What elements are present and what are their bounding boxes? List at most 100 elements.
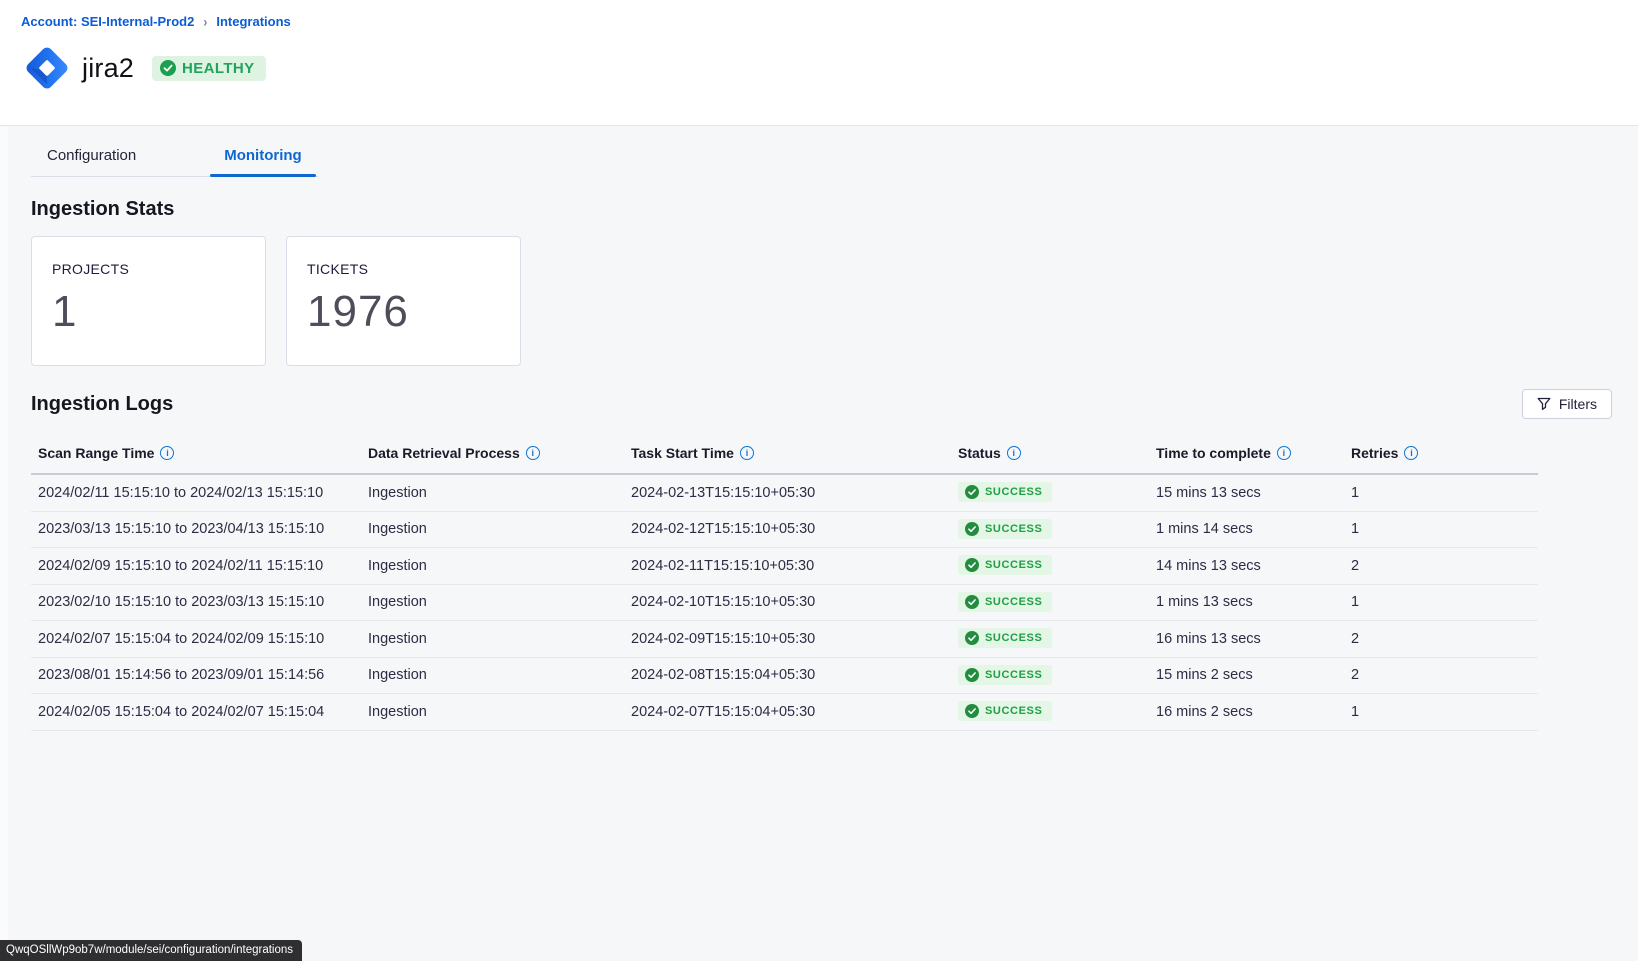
stat-card-projects: PROJECTS 1 xyxy=(31,236,266,366)
info-icon[interactable]: i xyxy=(160,446,174,460)
status-badge: SUCCESS xyxy=(958,519,1052,539)
cell-time-to-complete: 14 mins 13 secs xyxy=(1156,558,1351,574)
column-header-label: Data Retrieval Process xyxy=(368,445,520,461)
cell-scan-range-time: 2023/02/10 15:15:10 to 2023/03/13 15:15:… xyxy=(38,594,368,610)
info-icon[interactable]: i xyxy=(1404,446,1418,460)
column-header-label: Task Start Time xyxy=(631,445,734,461)
cell-status: SUCCESS xyxy=(958,519,1156,540)
filter-funnel-icon xyxy=(1537,397,1551,411)
cell-data-retrieval-process: Ingestion xyxy=(368,521,631,537)
column-header-task-start-time: Task Start Time i xyxy=(631,445,958,461)
cell-retries: 2 xyxy=(1351,631,1538,647)
column-header-label: Retries xyxy=(1351,445,1398,461)
stat-label: PROJECTS xyxy=(52,261,265,277)
check-circle-icon xyxy=(965,668,979,682)
info-icon[interactable]: i xyxy=(1007,446,1021,460)
breadcrumb-account-link[interactable]: Account: SEI-Internal-Prod2 xyxy=(21,14,194,29)
breadcrumb: Account: SEI-Internal-Prod2 › Integratio… xyxy=(21,14,1638,29)
cell-data-retrieval-process: Ingestion xyxy=(368,704,631,720)
column-header-retries: Retries i xyxy=(1351,445,1538,461)
cell-task-start-time: 2024-02-10T15:15:10+05:30 xyxy=(631,594,958,610)
cell-time-to-complete: 16 mins 13 secs xyxy=(1156,631,1351,647)
status-badge-label: SUCCESS xyxy=(985,669,1042,681)
cell-retries: 1 xyxy=(1351,594,1538,610)
ingestion-stats-heading: Ingestion Stats xyxy=(31,198,1538,221)
cell-scan-range-time: 2024/02/09 15:15:10 to 2024/02/11 15:15:… xyxy=(38,558,368,574)
stat-cards: PROJECTS 1 TICKETS 1976 xyxy=(31,236,1538,366)
check-circle-icon xyxy=(965,522,979,536)
cell-time-to-complete: 15 mins 2 secs xyxy=(1156,667,1351,683)
cell-status: SUCCESS xyxy=(958,665,1156,686)
status-badge-label: SUCCESS xyxy=(985,632,1042,644)
logs-table-body: 2024/02/11 15:15:10 to 2024/02/13 15:15:… xyxy=(31,475,1538,731)
logs-table-header-row: Scan Range TimeiData Retrieval ProcessiT… xyxy=(31,423,1538,475)
cell-status: SUCCESS xyxy=(958,701,1156,722)
cell-data-retrieval-process: Ingestion xyxy=(368,485,631,501)
cell-status: SUCCESS xyxy=(958,482,1156,503)
status-badge: SUCCESS xyxy=(958,701,1052,721)
status-badge-label: SUCCESS xyxy=(985,486,1042,498)
column-header-time-to-complete: Time to complete i xyxy=(1156,445,1351,461)
page-title: jira2 xyxy=(82,53,134,84)
cell-data-retrieval-process: Ingestion xyxy=(368,594,631,610)
ingestion-logs-header: Ingestion Logs Filters xyxy=(31,389,1538,419)
column-header-status: Statusi xyxy=(958,445,1156,461)
filters-button[interactable]: Filters xyxy=(1522,389,1612,419)
status-badge-label: SUCCESS xyxy=(985,523,1042,535)
check-circle-icon xyxy=(965,595,979,609)
info-icon[interactable]: i xyxy=(1277,446,1291,460)
status-badge: SUCCESS xyxy=(958,628,1052,648)
stat-value: 1976 xyxy=(307,287,520,337)
column-header-label: Time to complete xyxy=(1156,445,1271,461)
table-row: 2024/02/11 15:15:10 to 2024/02/13 15:15:… xyxy=(31,475,1538,512)
monitoring-page: Configuration Monitoring Ingestion Stats… xyxy=(0,126,1638,731)
cell-scan-range-time: 2023/08/01 15:14:56 to 2023/09/01 15:14:… xyxy=(38,667,368,683)
cell-data-retrieval-process: Ingestion xyxy=(368,558,631,574)
breadcrumb-integrations-link[interactable]: Integrations xyxy=(216,14,290,29)
table-row: 2024/02/05 15:15:04 to 2024/02/07 15:15:… xyxy=(31,694,1538,731)
cell-retries: 2 xyxy=(1351,558,1538,574)
check-circle-icon xyxy=(965,558,979,572)
cell-task-start-time: 2024-02-12T15:15:10+05:30 xyxy=(631,521,958,537)
info-icon[interactable]: i xyxy=(740,446,754,460)
info-icon[interactable]: i xyxy=(526,446,540,460)
column-header-label: Status xyxy=(958,445,1001,461)
tab-bar: Configuration Monitoring xyxy=(31,141,318,177)
cell-task-start-time: 2024-02-07T15:15:04+05:30 xyxy=(631,704,958,720)
tab-monitoring[interactable]: Monitoring xyxy=(210,141,315,176)
health-status-badge: HEALTHY xyxy=(152,56,266,81)
cell-status: SUCCESS xyxy=(958,628,1156,649)
cell-time-to-complete: 1 mins 13 secs xyxy=(1156,594,1351,610)
check-circle-icon xyxy=(965,485,979,499)
tab-configuration[interactable]: Configuration xyxy=(33,141,150,176)
cell-task-start-time: 2024-02-11T15:15:10+05:30 xyxy=(631,558,958,574)
ingestion-logs-heading: Ingestion Logs xyxy=(31,393,173,416)
cell-task-start-time: 2024-02-09T15:15:10+05:30 xyxy=(631,631,958,647)
cell-task-start-time: 2024-02-13T15:15:10+05:30 xyxy=(631,485,958,501)
status-badge-label: SUCCESS xyxy=(985,705,1042,717)
health-badge-label: HEALTHY xyxy=(182,60,255,77)
cell-data-retrieval-process: Ingestion xyxy=(368,667,631,683)
check-circle-icon xyxy=(160,60,176,76)
table-row: 2024/02/07 15:15:04 to 2024/02/09 15:15:… xyxy=(31,621,1538,658)
chevron-right-icon: › xyxy=(203,13,207,29)
status-badge: SUCCESS xyxy=(958,665,1052,685)
column-header-label: Scan Range Time xyxy=(38,445,154,461)
table-row: 2023/03/13 15:15:10 to 2023/04/13 15:15:… xyxy=(31,512,1538,549)
cell-time-to-complete: 16 mins 2 secs xyxy=(1156,704,1351,720)
cell-retries: 1 xyxy=(1351,485,1538,501)
table-row: 2023/02/10 15:15:10 to 2023/03/13 15:15:… xyxy=(31,585,1538,622)
column-header-scan-range-time: Scan Range Time i xyxy=(38,445,368,461)
cell-time-to-complete: 15 mins 13 secs xyxy=(1156,485,1351,501)
status-badge: SUCCESS xyxy=(958,482,1052,502)
integration-title-row: jira2 HEALTHY xyxy=(21,42,1638,94)
stat-card-tickets: TICKETS 1976 xyxy=(286,236,521,366)
status-badge: SUCCESS xyxy=(958,555,1052,575)
stat-value: 1 xyxy=(52,287,265,337)
ingestion-logs-table: Scan Range TimeiData Retrieval ProcessiT… xyxy=(31,423,1538,731)
cell-status: SUCCESS xyxy=(958,592,1156,613)
check-circle-icon xyxy=(965,631,979,645)
cell-scan-range-time: 2024/02/05 15:15:04 to 2024/02/07 15:15:… xyxy=(38,704,368,720)
status-badge: SUCCESS xyxy=(958,592,1052,612)
page-header: Account: SEI-Internal-Prod2 › Integratio… xyxy=(0,0,1638,126)
